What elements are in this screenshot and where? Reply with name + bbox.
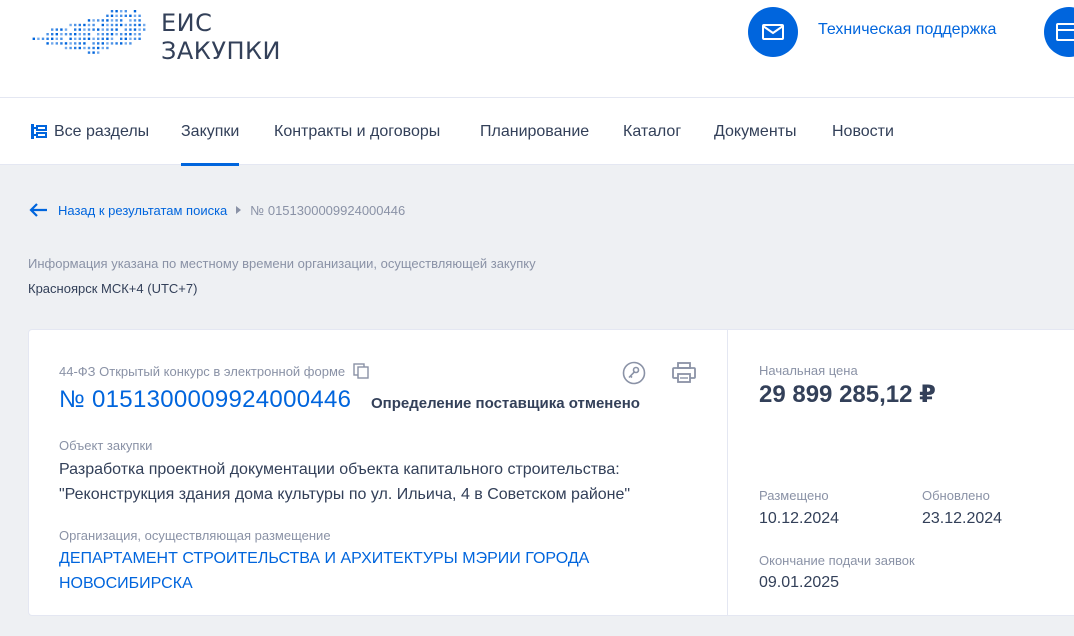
- key-icon[interactable]: [622, 361, 646, 385]
- updated-label: Обновлено: [922, 488, 990, 503]
- mail-icon: [762, 24, 784, 40]
- nav-all-sections[interactable]: Все разделы: [30, 98, 149, 165]
- purchase-number-link[interactable]: № 0151300009924000446: [59, 386, 351, 414]
- support-link[interactable]: Техническая поддержка: [818, 20, 996, 40]
- price-label: Начальная цена: [759, 363, 858, 378]
- price-value: 29 899 285,12 ₽: [759, 381, 936, 408]
- nav-item-contracts[interactable]: Контракты и договоры: [274, 98, 440, 165]
- logo-map-icon[interactable]: [28, 6, 158, 68]
- timezone-note: Информация указана по местному времени о…: [28, 256, 536, 271]
- nav-all-sections-label: Все разделы: [54, 122, 150, 140]
- posted-date: 10.12.2024: [759, 510, 840, 527]
- purchase-card: 44-ФЗ Открытый конкурс в электронной фор…: [28, 329, 1074, 616]
- organization-link[interactable]: ДЕПАРТАМЕНТ СТРОИТЕЛЬСТВА И АРХИТЕКТУРЫ …: [59, 546, 679, 596]
- object-text: Разработка проектной документации объект…: [59, 461, 631, 503]
- nav-item-documents[interactable]: Документы: [714, 98, 796, 165]
- nav-item-planning[interactable]: Планирование: [480, 98, 589, 165]
- breadcrumb-separator-icon: [236, 206, 242, 214]
- main-nav: Все разделы Закупки Контракты и договоры…: [0, 98, 1074, 166]
- deadline-date: 09.01.2025: [759, 574, 840, 591]
- nav-item-catalog[interactable]: Каталог: [623, 98, 681, 165]
- object-label: Объект закупки: [59, 438, 153, 453]
- support-button[interactable]: [748, 7, 798, 57]
- deadline-label: Окончание подачи заявок: [759, 553, 915, 568]
- timezone-value: Красноярск МСК+4 (UTC+7): [28, 281, 198, 296]
- law-type-text: 44-ФЗ Открытый конкурс в электронной фор…: [59, 363, 346, 379]
- copy-icon[interactable]: [353, 363, 369, 379]
- sections-icon: [31, 124, 47, 139]
- window-icon: [1056, 23, 1074, 41]
- status-badge: Определение поставщика отменено: [371, 395, 640, 412]
- posted-label: Размещено: [759, 488, 829, 503]
- card-divider: [727, 330, 728, 615]
- arrow-left-icon[interactable]: [28, 202, 48, 218]
- nav-item-news[interactable]: Новости: [832, 98, 894, 165]
- organization-label: Организация, осуществляющая размещение: [59, 528, 331, 543]
- logo-line-2: ЗАКУПКИ: [161, 37, 282, 65]
- nav-item-purchases[interactable]: Закупки: [181, 98, 240, 166]
- updated-date: 23.12.2024: [922, 510, 1003, 527]
- site-header: ЕИС ЗАКУПКИ Техническая поддержка: [0, 0, 1074, 98]
- breadcrumb-current: № 0151300009924000446: [250, 202, 406, 218]
- back-to-results-link[interactable]: Назад к результатам поиска: [58, 203, 227, 218]
- breadcrumb: Назад к результатам поиска № 01513000099…: [28, 198, 405, 222]
- logo-line-1: ЕИС: [161, 9, 213, 37]
- login-button[interactable]: [1044, 7, 1074, 57]
- print-icon[interactable]: [672, 362, 696, 384]
- purchase-law-type: 44-ФЗ Открытый конкурс в электронной фор…: [59, 363, 369, 379]
- logo-text[interactable]: ЕИС ЗАКУПКИ: [161, 9, 281, 65]
